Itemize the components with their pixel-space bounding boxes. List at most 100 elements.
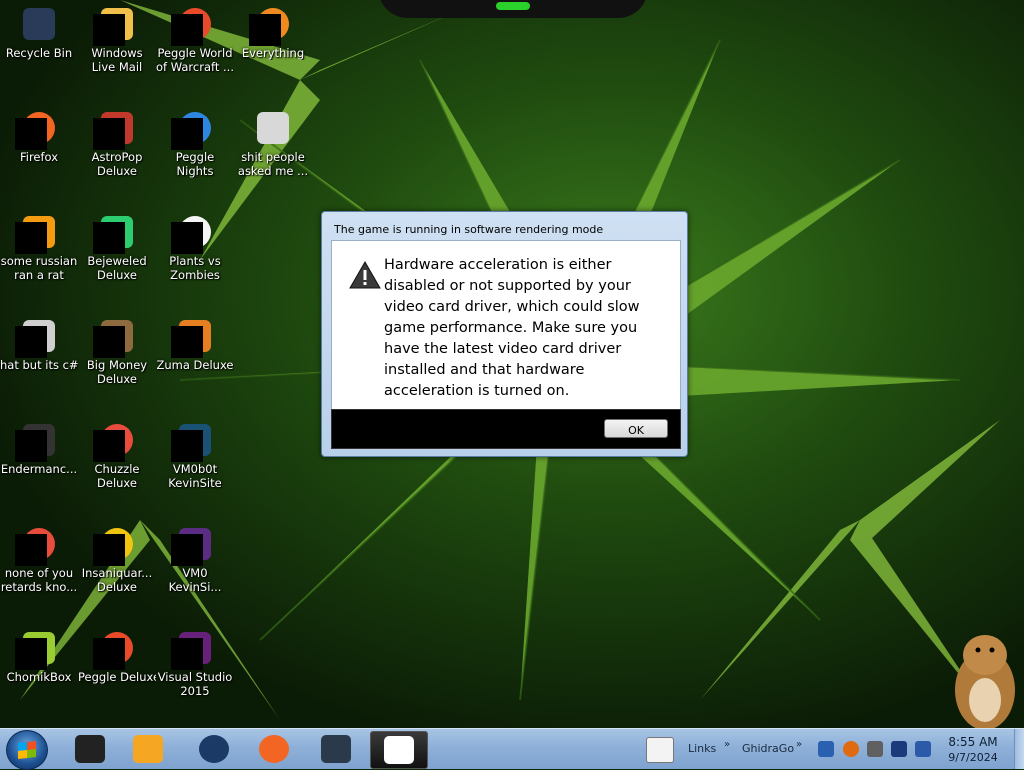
links-toolbar[interactable]: Links [688,742,716,755]
taskbar-clock[interactable]: 8:55 AM 9/7/2024 [938,734,1008,766]
software-rendering-dialog: The game is running in software renderin… [321,211,688,457]
desktop-icon-label: VM0 KevinSi... [168,566,222,594]
taskbar-app-cards-game[interactable] [370,731,428,769]
vm-icon [171,424,211,462]
desktop-icon-endermanch[interactable]: Endermanc... [0,424,78,476]
desktop-icon-peggle-nights[interactable]: Peggle Nights Deluxe [156,112,234,178]
network-icon[interactable] [818,741,834,757]
desktop-icon-label: Firefox [19,150,59,164]
settings-icon[interactable] [867,741,883,757]
firefox-icon [259,735,289,763]
ok-button[interactable]: OK [604,419,668,438]
desktop-icon-label: some russian ran a rat [0,254,78,282]
desktop-icon-recycle-bin[interactable]: Recycle Bin [0,8,78,60]
clock-time: 8:55 AM [948,735,998,749]
chomikbox-icon [15,632,55,670]
desktop-icon-label: AstroPop Deluxe [91,150,143,178]
warning-icon [349,260,381,289]
peggle-icon [171,8,211,46]
redaction-box [171,326,203,358]
notepad-icon[interactable] [646,737,674,763]
desktop-icon-zuma[interactable]: Zuma Deluxe [156,320,234,372]
desktop-icon-label: Big Money Deluxe [86,358,148,386]
gadget-indicator [496,2,530,10]
peggle-nights-icon [171,112,211,150]
desktop-icon-label: Windows Live Mail [91,46,143,74]
windows-start-icon [18,741,36,759]
volume-icon[interactable] [915,741,931,757]
start-button[interactable] [6,730,48,770]
dialog-title: The game is running in software renderin… [334,223,604,236]
folder-icon [257,112,289,144]
chrome-icon [15,528,55,566]
taskbar-app-media-player[interactable] [120,731,176,767]
show-desktop-button[interactable] [1014,729,1024,769]
redaction-box [15,430,47,462]
taskbar-app-globe[interactable] [186,731,242,767]
redaction-box [171,118,203,150]
redaction-box [171,638,203,670]
redaction-box [93,14,125,46]
desktop-icon-label: Endermanc... [0,462,78,476]
desktop-icon-russian-rat[interactable]: some russian ran a rat [0,216,78,282]
hamster-sticker [955,635,1015,728]
app-icon [15,216,55,254]
desktop-icon-plants-vs-zombies[interactable]: Plants vs Zombies [156,216,234,282]
desktop-icon-peggle-deluxe[interactable]: Peggle Deluxe [78,632,156,684]
cards-game-icon [384,736,414,764]
desktop-icon-label: hat but its c# [0,358,78,372]
fish-icon [93,528,133,566]
redaction-box [15,326,47,358]
desktop-icon-chomikbox[interactable]: ChomikBox [0,632,78,684]
desktop-icon-label: Insaniquar... Deluxe [81,566,153,594]
redaction-box [93,326,125,358]
redaction-box [249,14,281,46]
redaction-box [93,222,125,254]
desktop-icon-vm0b0t[interactable]: VM0b0t KevinSite [156,424,234,490]
desktop-icon-label: Chuzzle Deluxe [94,462,140,490]
search-icon [249,8,289,46]
redaction-box [93,534,125,566]
desktop-icon-astropop[interactable]: AstroPop Deluxe [78,112,156,178]
ghidra-toolbar[interactable]: GhidraGo [742,742,794,755]
desktop-icon-label: Recycle Bin [5,46,73,60]
desktop-icon-label: Peggle World of Warcraft ... [156,46,234,74]
chuzzle-icon [93,424,133,462]
redaction-box [15,118,47,150]
redaction-box [15,638,47,670]
desktop-icon-bejeweled[interactable]: Bejeweled Deluxe [78,216,156,282]
desktop-icon-label: none of you retards kno... [0,566,78,594]
redaction-box [93,118,125,150]
desktop-icon-big-money[interactable]: Big Money Deluxe [78,320,156,386]
desktop-icon-firefox[interactable]: Firefox [0,112,78,164]
taskbar-app-firefox[interactable] [246,731,302,767]
desktop-icon-folder[interactable]: shit people asked me ... [234,112,312,178]
top-gadget [378,0,648,18]
redaction-box [15,534,47,566]
desktop-icon-chrome-link[interactable]: none of you retards kno... [0,528,78,594]
desktop-icon-vm0-kevinsite[interactable]: VM0 KevinSi... [156,528,234,594]
desktop-icon-visual-studio[interactable]: Visual Studio 2015 [156,632,234,698]
desktop-icon-peggle-wow[interactable]: Peggle World of Warcraft ... [156,8,234,74]
desktop-icon-label: VM0b0t KevinSite [168,462,222,490]
desktop-icon-label: Peggle Deluxe [78,670,156,684]
explorer-icon [75,735,105,763]
firefox-icon [15,112,55,150]
peggle-icon [93,632,133,670]
desktop-icon-label: Everything [241,46,305,60]
chevron-icon[interactable]: » [724,739,730,750]
desktop-icon-hat-csharp[interactable]: hat but its c# [0,320,78,372]
search-icon[interactable] [843,741,859,757]
terminal-icon [15,424,55,462]
desktop-icon-everything[interactable]: Everything [234,8,312,60]
display-icon[interactable] [891,741,907,757]
desktop-icon-label: Bejeweled Deluxe [87,254,147,282]
redaction-box [171,222,203,254]
desktop-icon-insaniquarium[interactable]: Insaniquar... Deluxe [78,528,156,594]
chevron-icon[interactable]: » [796,739,802,750]
globe-icon [199,735,229,763]
taskbar-app-monitor[interactable] [308,731,364,767]
desktop-icon-chuzzle[interactable]: Chuzzle Deluxe [78,424,156,490]
taskbar-app-explorer[interactable] [62,731,118,767]
desktop-icon-windows-live-mail[interactable]: Windows Live Mail [78,8,156,74]
